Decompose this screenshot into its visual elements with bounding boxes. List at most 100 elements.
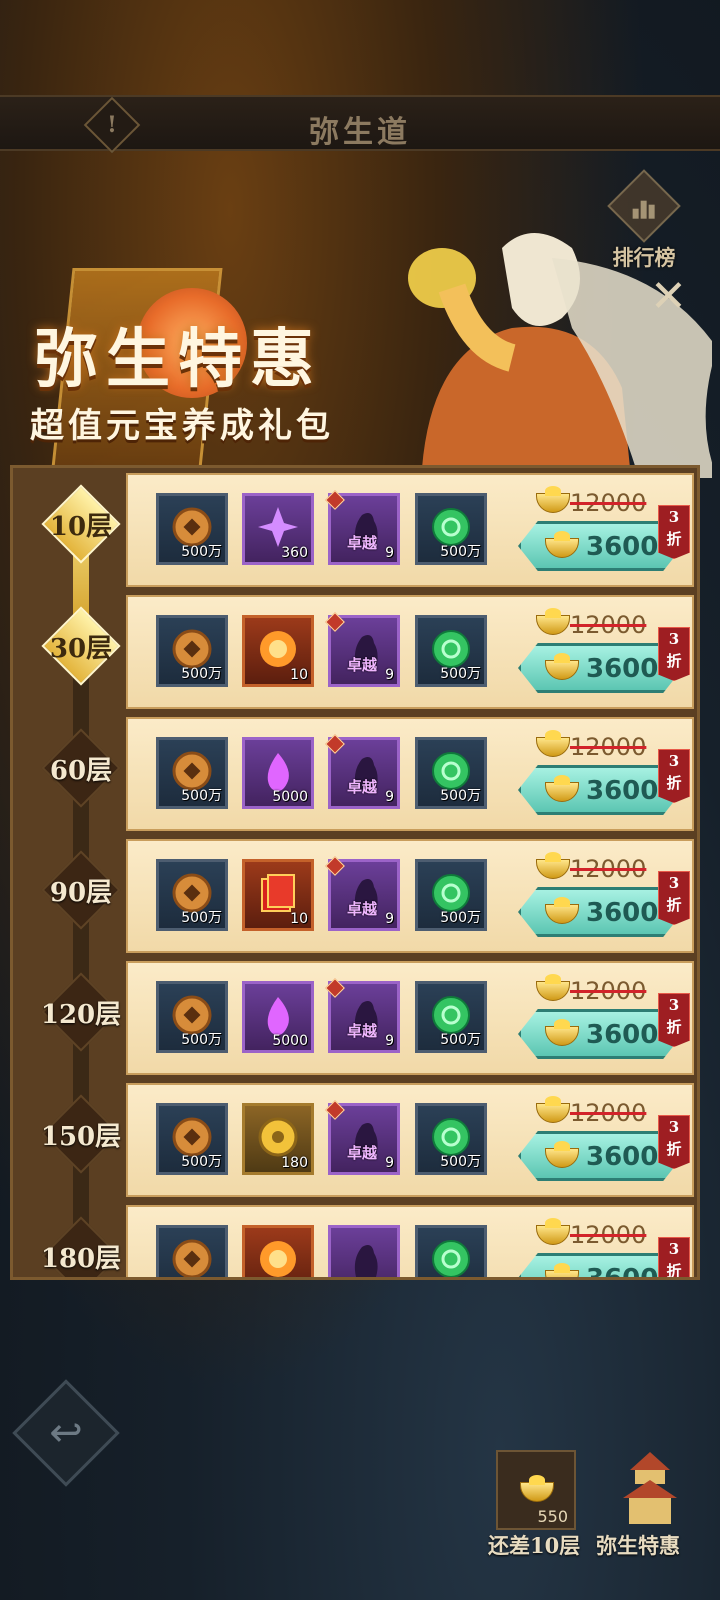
price-area: 12000 3600 3 折 (518, 852, 690, 945)
reward-item[interactable]: 180 (242, 1103, 314, 1175)
reward-item[interactable]: 500万 (156, 615, 228, 687)
price-area: 12000 3600 3 折 (518, 974, 690, 1067)
gold-ingot-icon (536, 1218, 570, 1245)
item-quantity: 500万 (440, 788, 481, 804)
item-quantity: 9 (385, 911, 394, 927)
reward-item[interactable]: 500万 (415, 615, 487, 687)
gold-ingot-icon (520, 1475, 554, 1502)
discount-tag: 3折 (658, 505, 690, 559)
leaderboard-icon (607, 169, 681, 243)
reward-item[interactable]: 500万 (415, 1103, 487, 1175)
reward-item[interactable]: 500万 (156, 859, 228, 931)
sale-price: 3600 (586, 1142, 659, 1172)
item-quantity: 500万 (181, 788, 222, 804)
banner-subtitle: 超值元宝养成礼包 (30, 406, 334, 446)
floor-label: 60层 (49, 756, 113, 786)
reward-item[interactable]: 卓越 9 (325, 1100, 400, 1175)
rarity-badge (325, 1100, 345, 1120)
discount-unit: 折 (666, 1262, 682, 1280)
reward-item[interactable]: 500万 (156, 737, 228, 809)
leaderboard-button[interactable]: 排行榜 (604, 169, 684, 270)
floor-node: 150层 (31, 1094, 131, 1174)
rarity-tag: 卓越 (347, 534, 378, 552)
rarity-badge (325, 734, 345, 754)
item-quantity: 9 (385, 667, 394, 683)
floor-label: 90层 (49, 878, 113, 908)
pagoda-icon[interactable] (615, 1450, 685, 1530)
pack-row: 500万 360 卓越 9 500万 12000 3600 3 折 (126, 473, 694, 587)
sale-price: 3600 (586, 654, 659, 684)
floor-node: 120层 (31, 972, 131, 1052)
discount-number: 3 (668, 752, 680, 770)
floor-node: 30层 (31, 606, 131, 686)
reward-item[interactable]: 卓越 9 (325, 978, 400, 1053)
item-quantity: 500万 (181, 910, 222, 926)
sale-price: 3600 (586, 898, 659, 928)
reward-item[interactable]: 卓越 9 (325, 734, 400, 809)
original-price: 12000 (570, 611, 647, 639)
original-price: 12000 (570, 489, 647, 517)
pack-list-panel[interactable]: 10层 30层 60层 90层 120层 150层 180层 500万 360 卓越 9 500万 1… (10, 465, 700, 1280)
reward-item[interactable] (156, 1225, 228, 1277)
page-title: 弥生道 (309, 115, 411, 150)
item-quantity: 9 (385, 1155, 394, 1171)
reward-item[interactable]: 卓越 9 (325, 490, 400, 565)
reward-item[interactable]: 10 (242, 859, 314, 931)
price-area: 12000 3600 3 折 (518, 1218, 690, 1280)
reward-item[interactable]: 500万 (415, 859, 487, 931)
reward-item[interactable]: 卓越 9 (325, 856, 400, 931)
bottom-bar: ↩ 550 还差10层 弥生特惠 (0, 1285, 720, 1600)
sale-price: 3600 (586, 1264, 659, 1280)
item-quantity: 500万 (440, 1032, 481, 1048)
back-button[interactable]: ↩ (12, 1379, 120, 1487)
discount-unit: 折 (666, 1018, 682, 1036)
reward-item[interactable]: 500万 (156, 981, 228, 1053)
discount-tag: 3折 (658, 1237, 690, 1280)
item-quantity: 500万 (181, 1154, 222, 1170)
reward-item[interactable]: 500万 (415, 981, 487, 1053)
item-quantity: 500万 (440, 666, 481, 682)
reward-item[interactable]: 卓越 9 (325, 612, 400, 687)
discount-tag: 3折 (658, 749, 690, 803)
reward-item[interactable] (328, 1225, 400, 1277)
floor-label: 180层 (40, 1244, 122, 1274)
item-quantity: 500万 (440, 1154, 481, 1170)
close-icon[interactable]: ✕ (650, 275, 687, 319)
gold-ingot-icon (536, 730, 570, 757)
reward-item[interactable] (415, 1225, 487, 1277)
discount-number: 3 (668, 1240, 680, 1258)
item-quantity: 5000 (272, 1033, 308, 1049)
reward-item[interactable]: 360 (242, 493, 314, 565)
price-area: 12000 3600 3 折 (518, 486, 690, 579)
gold-ingot-icon (536, 974, 570, 1001)
rarity-tag: 卓越 (347, 1144, 378, 1162)
reward-item[interactable]: 500万 (415, 737, 487, 809)
gold-ingot-icon (545, 1263, 579, 1277)
pack-row: 12000 3600 3 折 (126, 1205, 694, 1280)
remaining-floors-box[interactable]: 550 (496, 1450, 576, 1530)
reward-item[interactable] (242, 1225, 314, 1277)
price-area: 12000 3600 3 折 (518, 1096, 690, 1189)
original-price: 12000 (570, 733, 647, 761)
discount-tag: 3折 (658, 627, 690, 681)
floor-label: 30层 (49, 634, 113, 664)
rarity-tag: 卓越 (347, 656, 378, 674)
reward-item[interactable]: 5000 (242, 981, 314, 1053)
gold-ingot-icon (545, 775, 579, 802)
gold-ingot-icon (545, 1141, 579, 1168)
reward-item[interactable]: 5000 (242, 737, 314, 809)
item-quantity: 500万 (440, 910, 481, 926)
reward-item[interactable]: 500万 (156, 1103, 228, 1175)
banner-title: 弥生特惠 (34, 322, 322, 397)
reward-item[interactable]: 500万 (156, 493, 228, 565)
reward-item[interactable]: 10 (242, 615, 314, 687)
discount-number: 3 (668, 1118, 680, 1136)
gold-ingot-icon (545, 897, 579, 924)
reward-item[interactable]: 500万 (415, 493, 487, 565)
rarity-tag: 卓越 (347, 778, 378, 796)
discount-unit: 折 (666, 774, 682, 792)
discount-tag: 3折 (658, 993, 690, 1047)
pack-row: 500万 5000 卓越 9 500万 12000 3600 3 折 (126, 717, 694, 831)
remaining-count: 550 (537, 1507, 568, 1526)
sale-price: 3600 (586, 1020, 659, 1050)
